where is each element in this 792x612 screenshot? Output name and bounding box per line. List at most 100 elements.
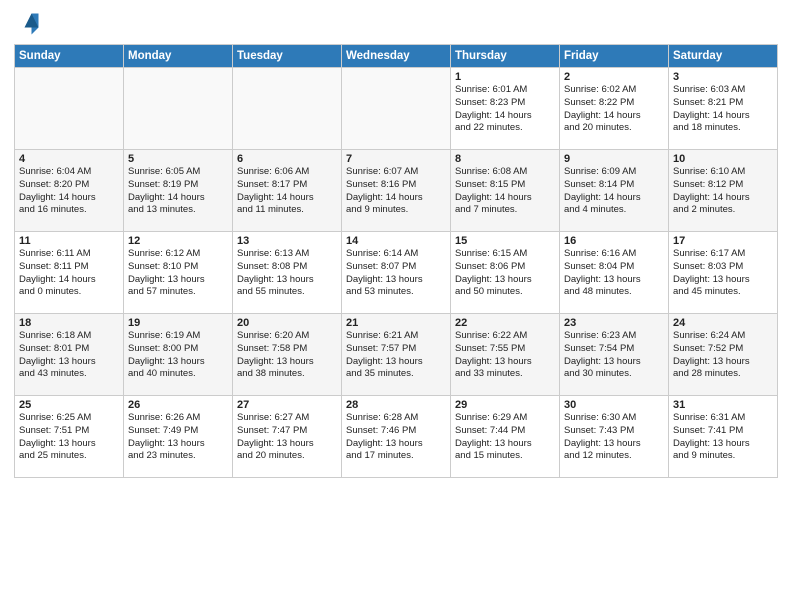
cell-week2-day6: 10Sunrise: 6:10 AMSunset: 8:12 PMDayligh… bbox=[669, 150, 778, 232]
header-row: SundayMondayTuesdayWednesdayThursdayFrid… bbox=[15, 45, 778, 68]
cell-info-line: and 40 minutes. bbox=[128, 368, 228, 381]
day-number: 5 bbox=[128, 153, 228, 165]
cell-info-line: Sunset: 8:17 PM bbox=[237, 179, 337, 192]
cell-info-line: and 17 minutes. bbox=[346, 450, 446, 463]
cell-info-line: Sunset: 7:57 PM bbox=[346, 343, 446, 356]
cell-info-line: Sunset: 8:16 PM bbox=[346, 179, 446, 192]
cell-week4-day6: 24Sunrise: 6:24 AMSunset: 7:52 PMDayligh… bbox=[669, 314, 778, 396]
cell-week1-day0 bbox=[15, 68, 124, 150]
cell-week2-day0: 4Sunrise: 6:04 AMSunset: 8:20 PMDaylight… bbox=[15, 150, 124, 232]
day-number: 6 bbox=[237, 153, 337, 165]
day-header-thursday: Thursday bbox=[451, 45, 560, 68]
cell-info-line: Sunset: 8:08 PM bbox=[237, 261, 337, 274]
cell-info-line: Sunrise: 6:17 AM bbox=[673, 248, 773, 261]
cell-week2-day3: 7Sunrise: 6:07 AMSunset: 8:16 PMDaylight… bbox=[342, 150, 451, 232]
day-number: 23 bbox=[564, 317, 664, 329]
cell-info-line: Sunset: 8:20 PM bbox=[19, 179, 119, 192]
cell-info-line: Sunset: 8:04 PM bbox=[564, 261, 664, 274]
cell-week5-day2: 27Sunrise: 6:27 AMSunset: 7:47 PMDayligh… bbox=[233, 396, 342, 478]
logo bbox=[14, 10, 46, 38]
cell-info-line: Daylight: 13 hours bbox=[673, 274, 773, 287]
week-row-1: 1Sunrise: 6:01 AMSunset: 8:23 PMDaylight… bbox=[15, 68, 778, 150]
cell-info-line: Sunset: 8:15 PM bbox=[455, 179, 555, 192]
cell-info-line: Sunrise: 6:14 AM bbox=[346, 248, 446, 261]
cell-info-line: Sunrise: 6:29 AM bbox=[455, 412, 555, 425]
cell-info-line: Daylight: 13 hours bbox=[564, 356, 664, 369]
day-header-tuesday: Tuesday bbox=[233, 45, 342, 68]
cell-info-line: and 35 minutes. bbox=[346, 368, 446, 381]
cell-info-line: Daylight: 13 hours bbox=[19, 438, 119, 451]
cell-info-line: Daylight: 14 hours bbox=[564, 110, 664, 123]
cell-info-line: and 12 minutes. bbox=[564, 450, 664, 463]
day-header-monday: Monday bbox=[124, 45, 233, 68]
cell-week4-day1: 19Sunrise: 6:19 AMSunset: 8:00 PMDayligh… bbox=[124, 314, 233, 396]
day-number: 1 bbox=[455, 71, 555, 83]
day-header-sunday: Sunday bbox=[15, 45, 124, 68]
cell-week4-day3: 21Sunrise: 6:21 AMSunset: 7:57 PMDayligh… bbox=[342, 314, 451, 396]
day-number: 27 bbox=[237, 399, 337, 411]
cell-info-line: Sunset: 8:21 PM bbox=[673, 97, 773, 110]
header bbox=[14, 10, 778, 38]
cell-info-line: Sunset: 7:47 PM bbox=[237, 425, 337, 438]
cell-info-line: Sunrise: 6:23 AM bbox=[564, 330, 664, 343]
cell-week1-day6: 3Sunrise: 6:03 AMSunset: 8:21 PMDaylight… bbox=[669, 68, 778, 150]
cell-week3-day1: 12Sunrise: 6:12 AMSunset: 8:10 PMDayligh… bbox=[124, 232, 233, 314]
cell-info-line: Daylight: 14 hours bbox=[19, 192, 119, 205]
cell-info-line: Sunset: 7:52 PM bbox=[673, 343, 773, 356]
day-number: 7 bbox=[346, 153, 446, 165]
day-number: 4 bbox=[19, 153, 119, 165]
cell-info-line: Sunset: 7:51 PM bbox=[19, 425, 119, 438]
day-number: 11 bbox=[19, 235, 119, 247]
cell-info-line: and 4 minutes. bbox=[564, 204, 664, 217]
cell-info-line: Daylight: 14 hours bbox=[128, 192, 228, 205]
cell-info-line: Sunset: 8:19 PM bbox=[128, 179, 228, 192]
cell-info-line: Sunset: 8:01 PM bbox=[19, 343, 119, 356]
cell-info-line: Sunrise: 6:25 AM bbox=[19, 412, 119, 425]
cell-week5-day1: 26Sunrise: 6:26 AMSunset: 7:49 PMDayligh… bbox=[124, 396, 233, 478]
calendar-header: SundayMondayTuesdayWednesdayThursdayFrid… bbox=[15, 45, 778, 68]
cell-week3-day4: 15Sunrise: 6:15 AMSunset: 8:06 PMDayligh… bbox=[451, 232, 560, 314]
cell-info-line: and 50 minutes. bbox=[455, 286, 555, 299]
cell-info-line: and 20 minutes. bbox=[237, 450, 337, 463]
day-header-saturday: Saturday bbox=[669, 45, 778, 68]
cell-info-line: Daylight: 13 hours bbox=[346, 356, 446, 369]
cell-info-line: and 15 minutes. bbox=[455, 450, 555, 463]
day-number: 13 bbox=[237, 235, 337, 247]
cell-info-line: Daylight: 14 hours bbox=[455, 110, 555, 123]
day-number: 29 bbox=[455, 399, 555, 411]
day-number: 25 bbox=[19, 399, 119, 411]
cell-week4-day0: 18Sunrise: 6:18 AMSunset: 8:01 PMDayligh… bbox=[15, 314, 124, 396]
cell-week3-day2: 13Sunrise: 6:13 AMSunset: 8:08 PMDayligh… bbox=[233, 232, 342, 314]
cell-info-line: Daylight: 13 hours bbox=[673, 356, 773, 369]
cell-info-line: Sunrise: 6:31 AM bbox=[673, 412, 773, 425]
day-number: 2 bbox=[564, 71, 664, 83]
cell-week2-day2: 6Sunrise: 6:06 AMSunset: 8:17 PMDaylight… bbox=[233, 150, 342, 232]
day-header-wednesday: Wednesday bbox=[342, 45, 451, 68]
week-row-5: 25Sunrise: 6:25 AMSunset: 7:51 PMDayligh… bbox=[15, 396, 778, 478]
cell-info-line: Daylight: 14 hours bbox=[673, 110, 773, 123]
day-number: 14 bbox=[346, 235, 446, 247]
cell-info-line: Sunrise: 6:30 AM bbox=[564, 412, 664, 425]
cell-info-line: and 57 minutes. bbox=[128, 286, 228, 299]
cell-info-line: Sunrise: 6:20 AM bbox=[237, 330, 337, 343]
day-number: 22 bbox=[455, 317, 555, 329]
cell-info-line: and 0 minutes. bbox=[19, 286, 119, 299]
cell-info-line: Daylight: 13 hours bbox=[346, 274, 446, 287]
cell-info-line: Sunrise: 6:13 AM bbox=[237, 248, 337, 261]
cell-info-line: Daylight: 13 hours bbox=[128, 356, 228, 369]
cell-info-line: Sunrise: 6:11 AM bbox=[19, 248, 119, 261]
cell-info-line: Sunrise: 6:18 AM bbox=[19, 330, 119, 343]
cell-info-line: Sunrise: 6:27 AM bbox=[237, 412, 337, 425]
cell-info-line: Sunrise: 6:16 AM bbox=[564, 248, 664, 261]
cell-info-line: and 9 minutes. bbox=[346, 204, 446, 217]
cell-info-line: Sunset: 8:07 PM bbox=[346, 261, 446, 274]
day-number: 31 bbox=[673, 399, 773, 411]
logo-icon bbox=[14, 10, 42, 38]
cell-info-line: and 33 minutes. bbox=[455, 368, 555, 381]
cell-week3-day3: 14Sunrise: 6:14 AMSunset: 8:07 PMDayligh… bbox=[342, 232, 451, 314]
cell-info-line: Sunrise: 6:05 AM bbox=[128, 166, 228, 179]
cell-info-line: Sunset: 7:58 PM bbox=[237, 343, 337, 356]
cell-info-line: Daylight: 13 hours bbox=[564, 438, 664, 451]
cell-info-line: Daylight: 13 hours bbox=[346, 438, 446, 451]
day-number: 16 bbox=[564, 235, 664, 247]
